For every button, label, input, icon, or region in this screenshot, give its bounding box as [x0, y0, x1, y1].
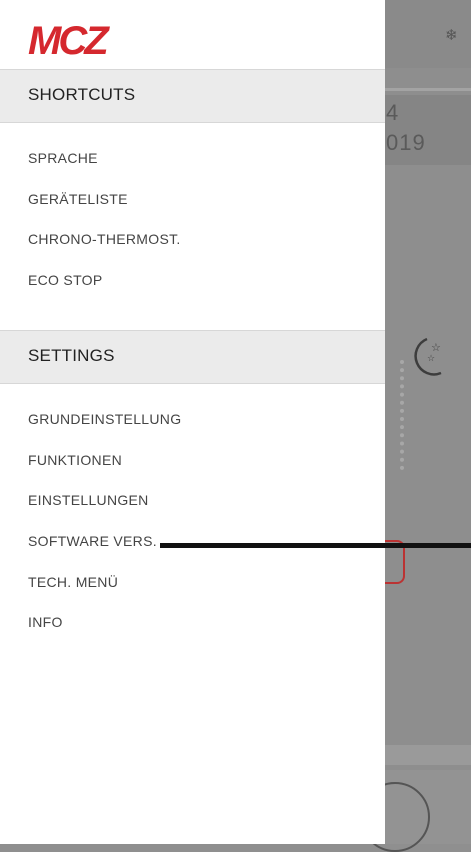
- annotation-pointer-line: [160, 543, 471, 548]
- navigation-drawer: MCZ SHORTCUTS SPRACHE GERÄTELISTE CHRONO…: [0, 0, 385, 844]
- dial-ticks: [386, 360, 404, 470]
- menu-item-chrono-thermostat[interactable]: CHRONO-THERMOST.: [28, 231, 181, 247]
- menu-item-software-version[interactable]: SOFTWARE VERS.: [28, 533, 157, 549]
- menu-item-funktionen[interactable]: FUNKTIONEN: [28, 452, 122, 468]
- menu-item-tech-menu[interactable]: TECH. MENÜ: [28, 574, 118, 590]
- settings-section-header: SETTINGS: [0, 330, 385, 384]
- settings-title: SETTINGS: [28, 346, 115, 365]
- svg-text:MCZ: MCZ: [28, 20, 110, 60]
- snowflake-icon: ❄: [445, 27, 458, 44]
- menu-item-geraeteliste[interactable]: GERÄTELISTE: [28, 191, 128, 207]
- menu-item-einstellungen[interactable]: EINSTELLUNGEN: [28, 492, 149, 508]
- mcz-logo: MCZ: [28, 20, 113, 60]
- background-top-bar: [385, 0, 471, 68]
- menu-item-info[interactable]: INFO: [28, 614, 63, 630]
- svg-text:☆: ☆: [431, 341, 441, 354]
- menu-item-eco-stop[interactable]: ECO STOP: [28, 272, 103, 288]
- background-bottom-bar: [385, 745, 471, 765]
- menu-item-grundeinstellung[interactable]: GRUNDEINSTELLUNG: [28, 411, 181, 427]
- background-partial-text: 019: [386, 130, 426, 155]
- moon-stars-icon: ☆ ☆: [414, 337, 442, 376]
- menu-item-sprache[interactable]: SPRACHE: [28, 150, 98, 166]
- shortcuts-title: SHORTCUTS: [28, 85, 136, 104]
- background-partial-text: 4: [386, 100, 400, 125]
- svg-text:☆: ☆: [427, 354, 435, 364]
- background-divider: [385, 88, 471, 91]
- shortcuts-section-header: SHORTCUTS: [0, 69, 385, 123]
